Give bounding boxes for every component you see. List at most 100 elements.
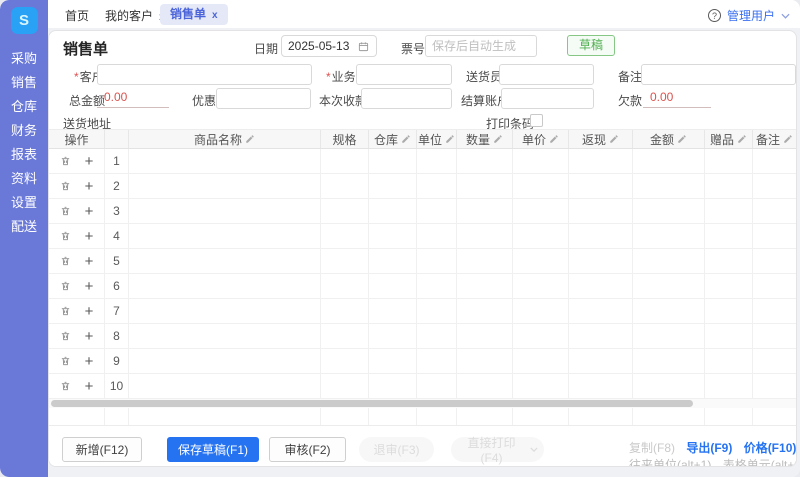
cell-gift[interactable] <box>705 174 753 198</box>
cell-product-name[interactable] <box>129 249 321 273</box>
unaudit-button[interactable]: 退审(F3) <box>359 437 434 462</box>
cell-warehouse[interactable] <box>369 174 417 198</box>
pencil-icon[interactable] <box>609 134 619 144</box>
cell-spec[interactable] <box>321 274 369 298</box>
cell-warehouse[interactable] <box>369 274 417 298</box>
sidebar-item-reports[interactable]: 报表 <box>11 148 37 162</box>
delete-row-icon[interactable] <box>60 255 71 267</box>
calendar-icon[interactable] <box>358 41 369 52</box>
export-link[interactable]: 导出(F9) <box>686 441 732 455</box>
scrollbar-thumb[interactable] <box>51 400 693 407</box>
cell-cashback[interactable] <box>569 274 633 298</box>
cell-amount[interactable] <box>633 349 705 373</box>
cell-price[interactable] <box>513 274 569 298</box>
cell-remark[interactable] <box>753 374 796 398</box>
pencil-icon[interactable] <box>445 134 455 144</box>
cell-quantity[interactable] <box>457 149 513 173</box>
cell-price[interactable] <box>513 249 569 273</box>
save-draft-button[interactable]: 保存草稿(F1) <box>167 437 259 462</box>
print-button[interactable]: 直接打印(F4) <box>451 437 544 462</box>
sidebar-item-data[interactable]: 资料 <box>11 172 37 186</box>
cell-quantity[interactable] <box>457 374 513 398</box>
sidebar-item-settings[interactable]: 设置 <box>11 196 37 210</box>
cell-quantity[interactable] <box>457 274 513 298</box>
add-row-icon[interactable]: + <box>85 179 94 194</box>
cell-gift[interactable] <box>705 374 753 398</box>
sidebar-item-delivery[interactable]: 配送 <box>11 220 37 234</box>
cell-cashback[interactable] <box>569 349 633 373</box>
payment-input[interactable] <box>361 88 452 109</box>
cell-price[interactable] <box>513 324 569 348</box>
cell-cashback[interactable] <box>569 249 633 273</box>
cell-warehouse[interactable] <box>369 149 417 173</box>
delete-row-icon[interactable] <box>60 180 71 192</box>
cell-amount[interactable] <box>633 149 705 173</box>
cell-remark[interactable] <box>753 324 796 348</box>
delete-row-icon[interactable] <box>60 355 71 367</box>
cell-warehouse[interactable] <box>369 199 417 223</box>
cell-spec[interactable] <box>321 174 369 198</box>
cell-cashback[interactable] <box>569 199 633 223</box>
cell-warehouse[interactable] <box>369 224 417 248</box>
cell-price[interactable] <box>513 349 569 373</box>
cell-price[interactable] <box>513 199 569 223</box>
cell-quantity[interactable] <box>457 299 513 323</box>
discount-input[interactable] <box>216 88 311 109</box>
cell-spec[interactable] <box>321 349 369 373</box>
cell-product-name[interactable] <box>129 374 321 398</box>
cell-amount[interactable] <box>633 174 705 198</box>
cell-amount[interactable] <box>633 299 705 323</box>
salesperson-input[interactable] <box>356 64 452 85</box>
cell-spec[interactable] <box>321 374 369 398</box>
cell-price[interactable] <box>513 149 569 173</box>
cell-spec[interactable] <box>321 199 369 223</box>
cell-gift[interactable] <box>705 199 753 223</box>
cell-cashback[interactable] <box>569 174 633 198</box>
pencil-icon[interactable] <box>783 134 793 144</box>
cell-spec[interactable] <box>321 149 369 173</box>
cell-remark[interactable] <box>753 174 796 198</box>
account-input[interactable] <box>501 88 594 109</box>
cell-unit[interactable] <box>417 249 457 273</box>
cell-warehouse[interactable] <box>369 249 417 273</box>
cell-cashback[interactable] <box>569 324 633 348</box>
help-icon[interactable]: ? <box>708 9 721 22</box>
cell-unit[interactable] <box>417 374 457 398</box>
table-cell-link[interactable]: 表格单元(alt+2) <box>723 458 797 467</box>
cell-gift[interactable] <box>705 324 753 348</box>
copy-link[interactable]: 复制(F8) <box>629 441 675 455</box>
delivery-person-input[interactable] <box>499 64 594 85</box>
cell-remark[interactable] <box>753 199 796 223</box>
cell-remark[interactable] <box>753 149 796 173</box>
pencil-icon[interactable] <box>737 134 747 144</box>
cell-warehouse[interactable] <box>369 374 417 398</box>
cell-quantity[interactable] <box>457 199 513 223</box>
user-menu[interactable]: 管理用户 <box>727 7 775 24</box>
cell-gift[interactable] <box>705 274 753 298</box>
cell-spec[interactable] <box>321 299 369 323</box>
cell-product-name[interactable] <box>129 349 321 373</box>
add-row-icon[interactable]: + <box>85 204 94 219</box>
cell-remark[interactable] <box>753 349 796 373</box>
delete-row-icon[interactable] <box>60 205 71 217</box>
cell-spec[interactable] <box>321 324 369 348</box>
cell-amount[interactable] <box>633 274 705 298</box>
cell-price[interactable] <box>513 174 569 198</box>
cell-unit[interactable] <box>417 324 457 348</box>
cell-amount[interactable] <box>633 199 705 223</box>
add-row-icon[interactable]: + <box>85 279 94 294</box>
cell-gift[interactable] <box>705 224 753 248</box>
tab-close-icon[interactable]: x <box>212 10 218 21</box>
ticket-input[interactable] <box>425 35 537 57</box>
cell-gift[interactable] <box>705 249 753 273</box>
remark-input[interactable] <box>641 64 796 85</box>
cell-warehouse[interactable] <box>369 324 417 348</box>
add-row-icon[interactable]: + <box>85 229 94 244</box>
cell-amount[interactable] <box>633 374 705 398</box>
cell-price[interactable] <box>513 299 569 323</box>
cell-product-name[interactable] <box>129 324 321 348</box>
pencil-icon[interactable] <box>401 134 411 144</box>
cell-warehouse[interactable] <box>369 349 417 373</box>
cell-unit[interactable] <box>417 199 457 223</box>
cell-warehouse[interactable] <box>369 299 417 323</box>
